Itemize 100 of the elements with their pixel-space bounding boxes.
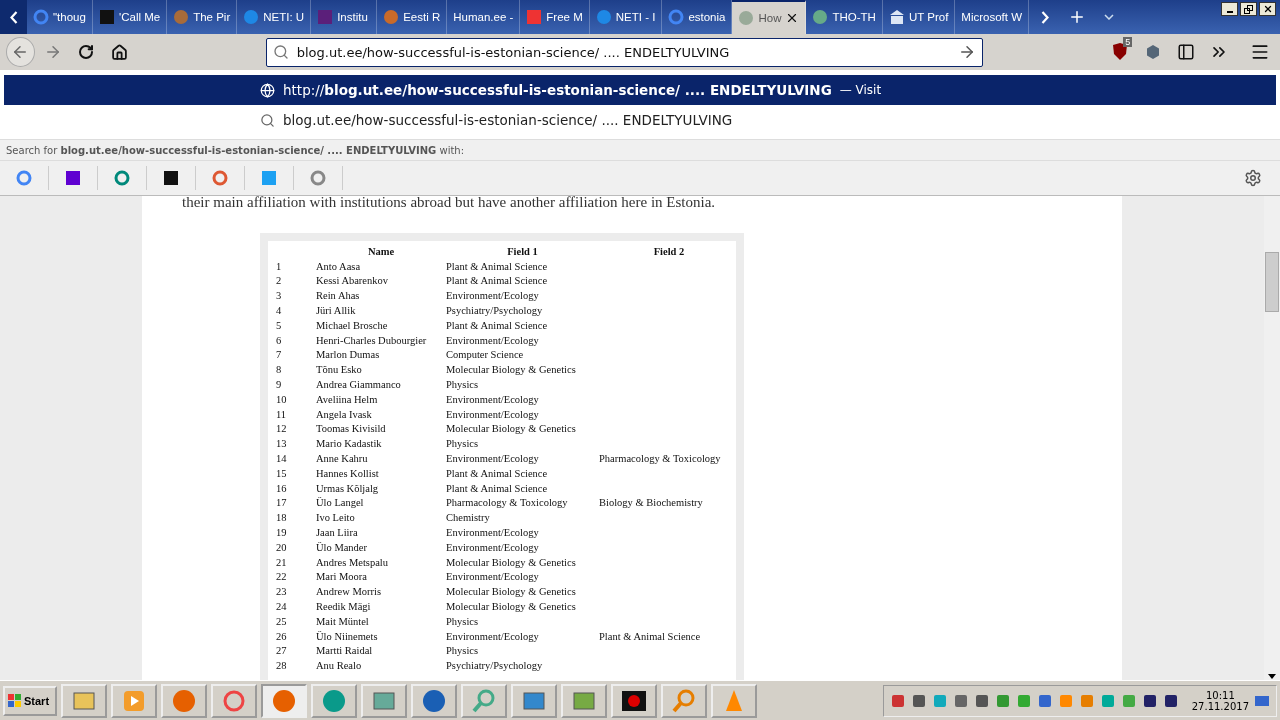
table-cell-text: Anu Realo	[316, 660, 363, 672]
table-cell-text: Marlon Dumas	[316, 349, 381, 361]
table-cell-text: Michael Brosche	[316, 319, 389, 331]
table-cell-text: Anto Aasa	[316, 260, 362, 272]
sidebar-icon	[1176, 43, 1195, 61]
circle-icon	[383, 9, 400, 25]
article-paragraph: their main affiliation with institutions abroad but have another affiliation here in Estonia.	[182, 194, 717, 211]
table-cell-text: Hannes Kollist	[316, 467, 380, 479]
table-cell-text: Physics	[446, 615, 480, 627]
row-number: 23	[276, 586, 288, 598]
building-icon	[888, 9, 905, 25]
table-cell-text: Pharmacology & Toxicology	[599, 453, 722, 465]
close-button[interactable]	[1259, 2, 1276, 16]
row-number: 8	[276, 364, 283, 376]
table-cell-text: Physics	[446, 379, 480, 391]
row-number: 13	[276, 438, 288, 450]
tray-icon[interactable]	[973, 692, 990, 709]
row-number: 16	[276, 482, 288, 494]
scroll-tabs-left-button[interactable]	[0, 0, 27, 34]
table-cell-text: Aveliina Helm	[316, 393, 379, 405]
table-cell-text: Plant & Animal Science	[446, 319, 549, 331]
scrollbar-thumb[interactable]	[1265, 252, 1279, 312]
search-for-label: Search for blog.ut.ee/how-successful-is-estonian-science/ .... ENDELTYULVING with:	[0, 139, 1280, 161]
table-cell-text: Ivo Leito	[316, 512, 356, 524]
reload-icon	[78, 44, 95, 60]
suggestion-item[interactable]: http://blog.ut.ee/how-successful-is-estonian-science/ .... ENDELTYULVING — Visit	[4, 75, 1276, 105]
row-number: 19	[276, 527, 288, 539]
table-cell-text: Jaan Liira	[316, 527, 359, 539]
table-cell-text: Plant & Animal Science	[446, 482, 549, 494]
search-icon	[272, 44, 289, 60]
row-number: 27	[276, 645, 288, 657]
ring-icon	[310, 170, 326, 186]
shield-extension-button[interactable]: 5	[1105, 37, 1135, 67]
table-cell-text: Environment/Ecology	[446, 571, 540, 583]
tray-icon[interactable]	[1141, 692, 1158, 709]
table-cell-text: Kessi Abarenkov	[316, 275, 390, 287]
table-cell-text: Molecular Biology & Genetics	[446, 556, 577, 568]
row-number: 26	[276, 630, 288, 642]
hexagon-icon	[1144, 44, 1161, 60]
column-header: Field 2	[652, 245, 686, 257]
row-number: 24	[276, 601, 288, 612]
taskbar-button[interactable]	[611, 683, 657, 718]
square-icon	[99, 9, 115, 25]
table-cell-text: Plant & Animal Science	[446, 467, 549, 479]
table-cell-text: Molecular Biology & Genetics	[446, 364, 577, 376]
ring-icon	[33, 9, 49, 25]
square-icon	[65, 170, 81, 186]
table-cell-text: Angela Ivask	[316, 408, 373, 420]
table-cell-text: Mario Kadastik	[316, 438, 383, 450]
clock[interactable]: 10:11 27.11.2017	[1191, 689, 1249, 712]
row-number: 1	[276, 260, 283, 272]
row-number: 14	[276, 453, 288, 465]
table-cell-text: Molecular Biology & Genetics	[446, 423, 577, 435]
table-cell-text: Computer Science	[446, 349, 525, 361]
row-number: 10	[276, 393, 288, 405]
restore-icon	[1244, 4, 1253, 14]
browser-tab[interactable]: How	[732, 0, 807, 34]
table-cell-text: Psychiatry/Psychology	[446, 305, 544, 317]
row-number: 5	[276, 319, 283, 331]
table-cell-text: Plant & Animal Science	[599, 630, 702, 642]
row-number: 20	[276, 541, 288, 553]
table-cell-text: Physics	[446, 438, 480, 450]
minimize-button[interactable]	[1221, 2, 1238, 16]
row-number: 25	[276, 615, 288, 627]
square-icon	[261, 170, 277, 186]
table-cell-text: Urmas Kõljalg	[316, 482, 380, 494]
square-icon	[163, 170, 179, 186]
table-cell-text: Ülo Langel	[316, 497, 365, 509]
column-header: Field 1	[506, 245, 539, 257]
table-cell-text: Environment/Ecology	[446, 408, 540, 420]
table-cell-text: Mari Moora	[316, 571, 369, 583]
ring-icon	[16, 170, 32, 186]
square-icon	[526, 9, 543, 25]
row-number: 17	[276, 497, 288, 509]
table-cell-text: Reedik Mägi	[316, 601, 372, 612]
row-number: 4	[276, 305, 283, 317]
tray-icon[interactable]	[1162, 692, 1179, 709]
close-icon	[1262, 4, 1273, 14]
table-cell-text: Environment/Ecology	[446, 527, 540, 539]
column-header: Name	[366, 245, 396, 257]
settings-icon	[1244, 169, 1262, 187]
row-number: 28	[276, 660, 288, 672]
table-cell-text: Plant & Animal Science	[446, 260, 549, 272]
table-cell-text: Henri-Charles Dubourgier	[316, 334, 428, 346]
start-button[interactable]: Start	[3, 685, 57, 716]
address-bar[interactable]: blog.ut.ee/how-successful-is-estonian-science/ .... ENDELTYULVING	[265, 37, 984, 67]
table-cell-text: Molecular Biology & Genetics	[446, 586, 577, 598]
tray-icon[interactable]	[910, 692, 927, 709]
table-cell-text: Andrea Giammanco	[316, 379, 402, 391]
table-cell-text: Ülo Mander	[316, 541, 369, 553]
table-cell-text: Physics	[446, 645, 480, 657]
count-badge: 5	[1123, 37, 1133, 47]
magnifier-icon	[471, 687, 497, 714]
table-cell-text: Pharmacology & Toxicology	[446, 497, 569, 509]
row-number: 12	[276, 423, 288, 435]
restore-button[interactable]	[1240, 2, 1257, 16]
row-number: 11	[276, 408, 288, 420]
row-number: 3	[276, 290, 283, 302]
ring-icon	[668, 9, 685, 25]
table-cell-text: Andrew Morris	[316, 586, 383, 598]
